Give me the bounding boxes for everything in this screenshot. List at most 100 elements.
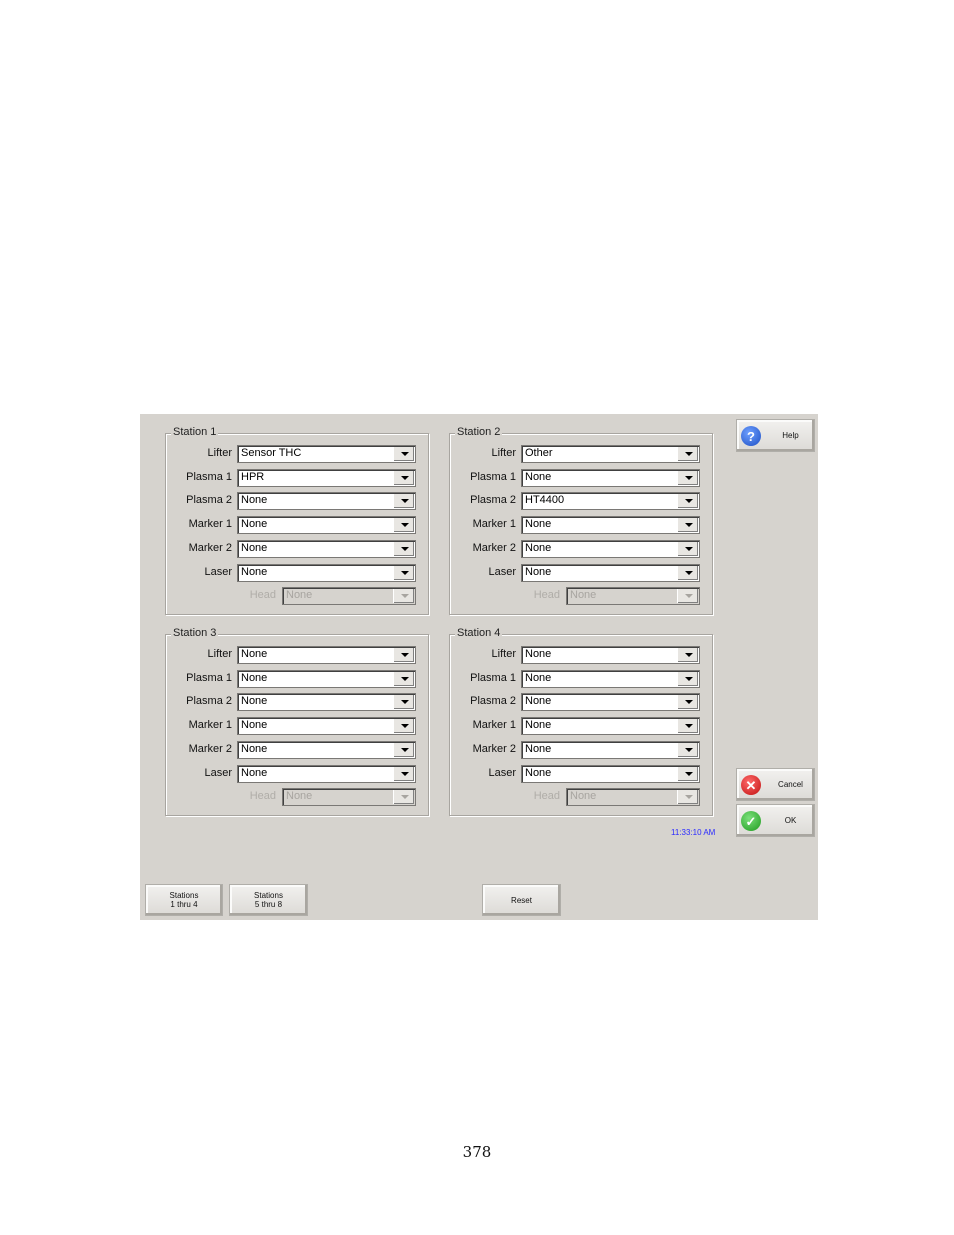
plasma-1-dropdown[interactable]: None	[237, 669, 416, 688]
chevron-down-icon[interactable]	[393, 541, 414, 556]
marker-1-label-wrap: Marker 1	[166, 516, 232, 534]
plasma-1-dropdown[interactable]: None	[521, 669, 700, 688]
marker-1-label-wrap: Marker 1	[166, 717, 232, 735]
plasma-2-row: Plasma 2 None	[166, 492, 421, 511]
chevron-down-icon[interactable]	[677, 695, 698, 710]
lifter-label: Lifter	[491, 447, 516, 459]
head-label: Head	[249, 589, 276, 602]
head-label: Head	[533, 790, 560, 803]
plasma-1-row: Plasma 1 None	[450, 468, 705, 487]
lifter-row: Lifter None	[166, 646, 421, 664]
marker-1-value: None	[525, 518, 552, 531]
head-row: Head None	[166, 587, 421, 606]
marker-1-value: None	[525, 719, 552, 732]
plasma-2-label: Plasma 2	[186, 695, 232, 708]
laser-dropdown[interactable]: None	[237, 563, 416, 582]
chevron-down-icon[interactable]	[677, 766, 698, 781]
chevron-down-icon[interactable]	[677, 671, 698, 686]
marker-1-dropdown[interactable]: None	[237, 516, 416, 535]
plasma-2-row: Plasma 2 None	[450, 693, 705, 712]
head-label-wrap: Head	[166, 587, 276, 605]
chevron-down-icon[interactable]	[677, 470, 698, 485]
chevron-down-icon[interactable]	[393, 742, 414, 757]
chevron-down-icon[interactable]	[393, 671, 414, 686]
chevron-down-icon[interactable]	[677, 719, 698, 734]
station-title: Station 1	[171, 426, 219, 438]
chevron-down-icon[interactable]	[393, 565, 414, 580]
plasma-2-label: Plasma 2	[470, 695, 516, 708]
plasma-2-dropdown[interactable]: None	[521, 693, 700, 712]
plasma-2-row: Plasma 2 HT4400	[450, 492, 705, 511]
chevron-down-icon[interactable]	[677, 518, 698, 533]
laser-value: None	[525, 766, 552, 779]
chevron-down-icon[interactable]	[677, 447, 698, 461]
marker-2-dropdown[interactable]: None	[237, 740, 416, 759]
marker-1-row: Marker 1 None	[450, 516, 705, 535]
marker-1-dropdown[interactable]: None	[237, 717, 416, 736]
chevron-down-icon[interactable]	[393, 648, 414, 662]
chevron-down-icon[interactable]	[393, 518, 414, 533]
plasma-2-dropdown[interactable]: None	[237, 492, 416, 511]
marker-2-row: Marker 2 None	[450, 740, 705, 759]
cancel-button[interactable]: ✕ Cancel	[736, 768, 815, 801]
chevron-down-icon[interactable]	[677, 648, 698, 662]
plasma-2-dropdown[interactable]: HT4400	[521, 492, 700, 511]
marker-2-label: Marker 2	[472, 742, 516, 755]
chevron-down-icon[interactable]	[393, 695, 414, 710]
lifter-row: Lifter Sensor THC	[166, 445, 421, 463]
lifter-dropdown[interactable]: Other	[521, 445, 700, 463]
plasma-1-dropdown[interactable]: None	[521, 468, 700, 487]
marker-2-dropdown[interactable]: None	[521, 740, 700, 759]
plasma-1-dropdown[interactable]: HPR	[237, 468, 416, 487]
plasma-2-dropdown[interactable]: None	[237, 693, 416, 712]
stations-5-thru-8-button[interactable]: Stations 5 thru 8	[229, 884, 308, 916]
chevron-down-icon	[677, 790, 698, 805]
laser-dropdown[interactable]: None	[521, 764, 700, 783]
help-button[interactable]: ? Help	[736, 419, 815, 452]
marker-1-label-wrap: Marker 1	[450, 717, 516, 735]
lifter-value: None	[241, 648, 268, 660]
clock: 11:33:10 AM	[671, 828, 716, 837]
chevron-down-icon[interactable]	[393, 494, 414, 509]
lifter-dropdown[interactable]: None	[237, 646, 416, 664]
laser-label: Laser	[488, 766, 516, 779]
marker-2-label-wrap: Marker 2	[166, 741, 232, 759]
head-label-wrap: Head	[450, 788, 560, 806]
chevron-down-icon[interactable]	[677, 565, 698, 580]
ok-button[interactable]: ✓ OK	[736, 804, 815, 837]
chevron-down-icon[interactable]	[393, 447, 414, 461]
marker-2-dropdown[interactable]: None	[237, 539, 416, 558]
stations-1-4-line2: 1 thru 4	[170, 900, 198, 909]
stations-1-thru-4-button[interactable]: Stations 1 thru 4	[145, 884, 223, 916]
reset-button[interactable]: Reset	[482, 884, 561, 916]
laser-label-wrap: Laser	[450, 765, 516, 783]
chevron-down-icon[interactable]	[677, 742, 698, 757]
ok-label: OK	[784, 816, 797, 825]
lifter-dropdown[interactable]: None	[521, 646, 700, 664]
marker-1-row: Marker 1 None	[450, 717, 705, 736]
plasma-1-row: Plasma 1 None	[450, 669, 705, 688]
marker-2-value: None	[525, 742, 552, 755]
lifter-dropdown[interactable]: Sensor THC	[237, 445, 416, 463]
chevron-down-icon[interactable]	[393, 766, 414, 781]
lifter-value: Sensor THC	[241, 447, 302, 459]
plasma-2-label-wrap: Plasma 2	[166, 492, 232, 510]
chevron-down-icon[interactable]	[393, 719, 414, 734]
marker-1-label: Marker 1	[188, 518, 232, 531]
laser-dropdown[interactable]: None	[237, 764, 416, 783]
station-config-screen: Station 1 Lifter Sensor THC Plasma 1 HPR Plas…	[140, 414, 818, 920]
marker-1-dropdown[interactable]: None	[521, 717, 700, 736]
plasma-2-label-wrap: Plasma 2	[166, 693, 232, 711]
plasma-1-label: Plasma 1	[470, 671, 516, 684]
plasma-1-row: Plasma 1 HPR	[166, 468, 421, 487]
chevron-down-icon	[677, 589, 698, 604]
chevron-down-icon[interactable]	[393, 470, 414, 485]
lifter-label: Lifter	[207, 447, 232, 459]
plasma-2-label: Plasma 2	[186, 494, 232, 507]
chevron-down-icon[interactable]	[677, 494, 698, 509]
laser-dropdown[interactable]: None	[521, 563, 700, 582]
chevron-down-icon[interactable]	[677, 541, 698, 556]
marker-1-dropdown[interactable]: None	[521, 516, 700, 535]
head-dropdown: None	[566, 788, 700, 807]
marker-2-dropdown[interactable]: None	[521, 539, 700, 558]
